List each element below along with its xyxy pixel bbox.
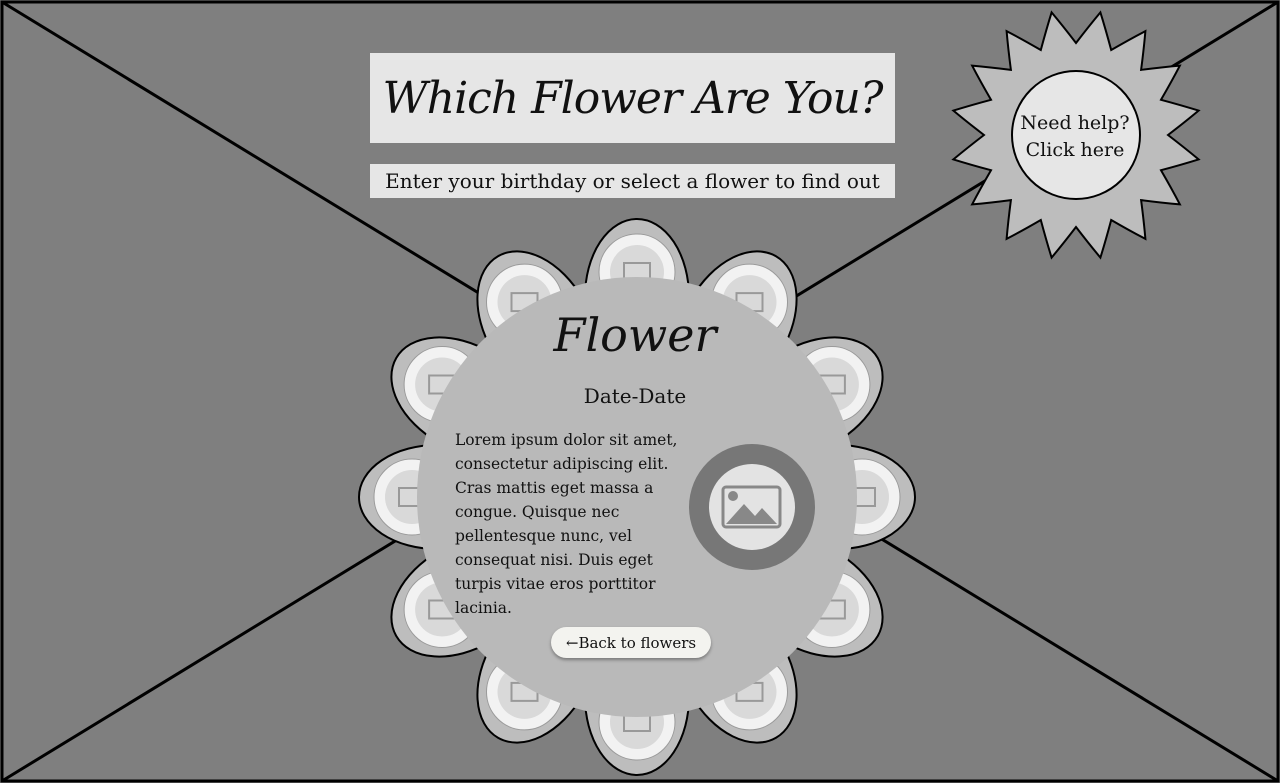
page-subtitle: Enter your birthday or select a flower t… bbox=[385, 169, 880, 193]
back-to-flowers-button[interactable]: ←Back to flowers bbox=[551, 627, 711, 658]
help-line-1: Need help? bbox=[1020, 112, 1130, 134]
flower-dates: Date-Date bbox=[583, 384, 687, 408]
subtitle-box: Enter your birthday or select a flower t… bbox=[370, 164, 895, 198]
flower-description: Lorem ipsum dolor sit amet, consectetur … bbox=[455, 431, 678, 617]
title-box: Which Flower Are You? bbox=[370, 53, 895, 143]
help-line-2: Click here bbox=[1025, 139, 1125, 161]
help-link[interactable]: Need help? Click here bbox=[1010, 110, 1140, 164]
page-title: Which Flower Are You? bbox=[382, 72, 884, 124]
card-image bbox=[689, 444, 815, 570]
flower-title: Flower bbox=[553, 308, 717, 362]
